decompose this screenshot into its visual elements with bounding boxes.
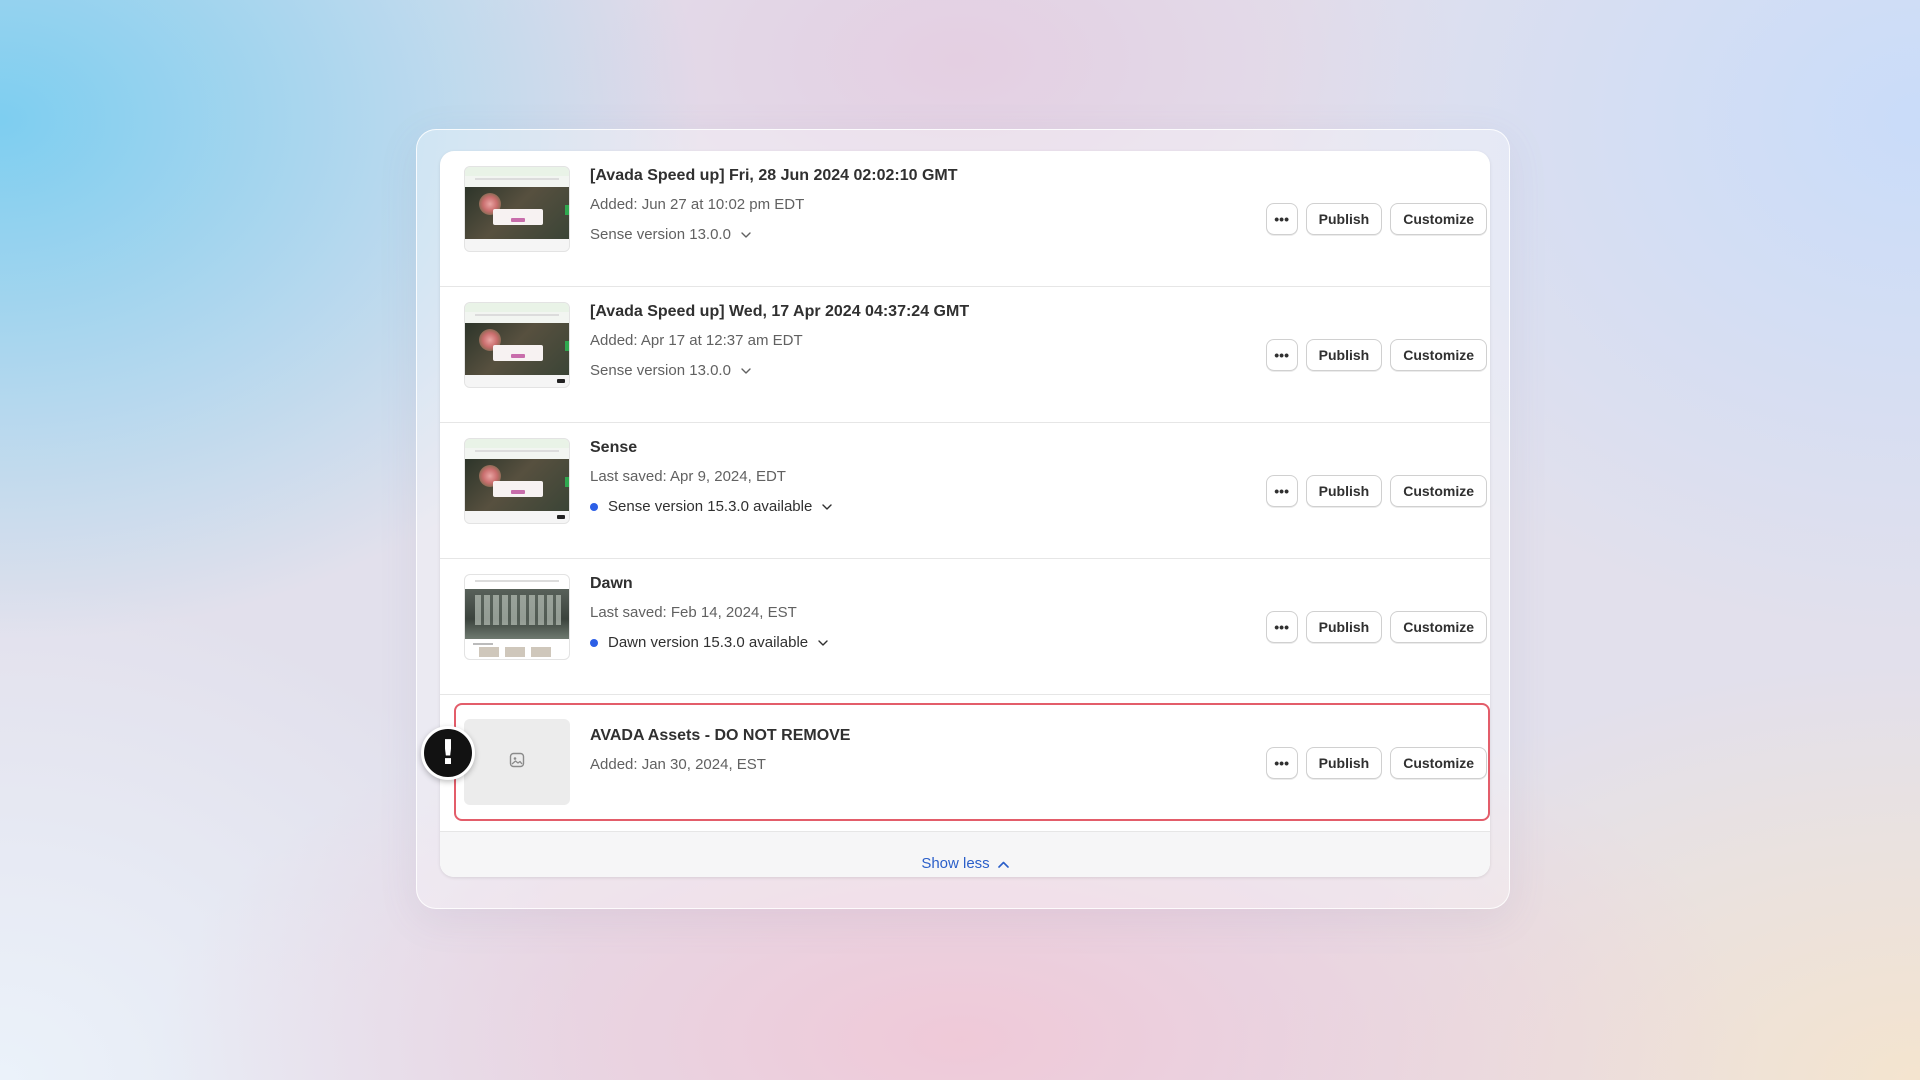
theme-version-selector[interactable]: Sense version 15.3.0 available <box>590 497 833 517</box>
theme-last-saved: Last saved: Apr 9, 2024, EDT <box>590 468 786 485</box>
publish-button[interactable]: Publish <box>1305 338 1383 371</box>
customize-button[interactable]: Customize <box>1390 202 1487 235</box>
chevron-down-icon <box>741 368 751 374</box>
update-available-dot <box>590 503 598 511</box>
theme-thumbnail[interactable] <box>464 438 570 524</box>
chevron-down-icon <box>822 504 833 510</box>
theme-added-date: Added: Jan 30, 2024, EST <box>590 756 766 773</box>
theme-version-label: Sense version 13.0.0 <box>590 226 731 243</box>
customize-button[interactable]: Customize <box>1390 474 1487 507</box>
customize-button[interactable]: Customize <box>1390 610 1487 643</box>
more-actions-button[interactable]: ••• <box>1265 747 1298 779</box>
publish-button[interactable]: Publish <box>1305 747 1383 779</box>
show-less-link[interactable]: Show less <box>921 855 1009 872</box>
theme-row: [Avada Speed up] Fri, 28 Jun 2024 02:02:… <box>440 151 1490 287</box>
theme-last-saved: Last saved: Feb 14, 2024, EST <box>590 604 797 621</box>
theme-version-selector[interactable]: Sense version 13.0.0 <box>590 225 958 245</box>
theme-added-date: Added: Apr 17 at 12:37 am EDT <box>590 332 803 349</box>
publish-button[interactable]: Publish <box>1305 474 1383 507</box>
theme-version-label: Sense version 13.0.0 <box>590 362 731 379</box>
theme-row: [Avada Speed up] Wed, 17 Apr 2024 04:37:… <box>440 287 1490 423</box>
theme-version-label: Sense version 15.3.0 available <box>608 498 813 515</box>
theme-title: [Avada Speed up] Fri, 28 Jun 2024 02:02:… <box>590 167 958 184</box>
customize-button[interactable]: Customize <box>1390 747 1487 779</box>
theme-title: [Avada Speed up] Wed, 17 Apr 2024 04:37:… <box>590 303 970 320</box>
chevron-down-icon <box>741 232 751 238</box>
more-actions-button[interactable]: ••• <box>1265 202 1298 235</box>
theme-added-date: Added: Jun 27 at 10:02 pm EDT <box>590 196 805 213</box>
list-footer: Show less <box>440 831 1490 877</box>
publish-button[interactable]: Publish <box>1305 202 1383 235</box>
alert-badge-icon: ! <box>421 726 475 780</box>
theme-thumbnail[interactable] <box>464 574 570 660</box>
image-placeholder-icon <box>509 752 525 773</box>
theme-row: Sense Last saved: Apr 9, 2024, EDT Sense… <box>440 423 1490 559</box>
publish-button[interactable]: Publish <box>1305 610 1383 643</box>
update-available-dot <box>590 639 598 647</box>
theme-version-label: Dawn version 15.3.0 available <box>608 634 809 651</box>
more-actions-button[interactable]: ••• <box>1265 474 1298 507</box>
show-less-label: Show less <box>921 855 990 872</box>
theme-thumbnail[interactable] <box>464 302 570 388</box>
chevron-up-icon <box>997 855 1009 872</box>
theme-thumbnail-placeholder[interactable] <box>464 719 570 805</box>
theme-version-selector[interactable]: Dawn version 15.3.0 available <box>590 633 828 653</box>
theme-title: Sense <box>590 439 638 456</box>
theme-row-highlighted: AVADA Assets - DO NOT REMOVE Added: Jan … <box>440 695 1490 831</box>
chevron-down-icon <box>818 640 828 646</box>
more-actions-button[interactable]: ••• <box>1265 338 1298 371</box>
theme-thumbnail[interactable] <box>464 166 570 252</box>
theme-version-selector[interactable]: Sense version 13.0.0 <box>590 361 969 381</box>
more-actions-button[interactable]: ••• <box>1265 610 1298 643</box>
theme-row: Dawn Last saved: Feb 14, 2024, EST Dawn … <box>440 559 1490 695</box>
customize-button[interactable]: Customize <box>1390 338 1487 371</box>
theme-title: Dawn <box>590 575 633 592</box>
theme-title: AVADA Assets - DO NOT REMOVE <box>590 727 851 744</box>
theme-library-card: [Avada Speed up] Fri, 28 Jun 2024 02:02:… <box>440 151 1490 877</box>
